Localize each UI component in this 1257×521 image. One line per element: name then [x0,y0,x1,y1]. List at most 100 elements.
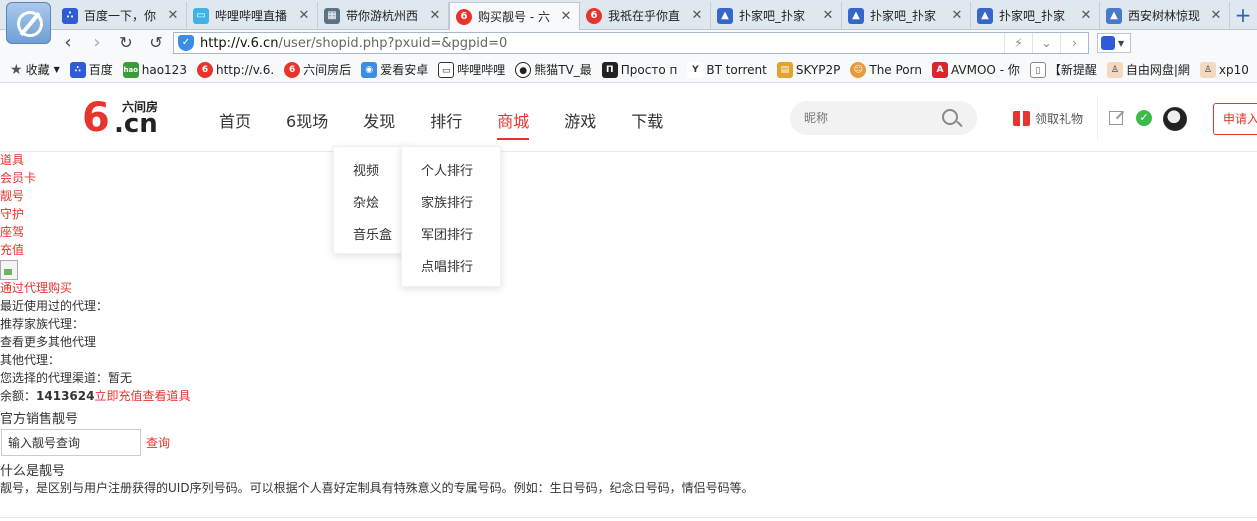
close-tab-icon[interactable]: ✕ [690,8,704,23]
rank-dropdown: 个人排行 家族排行 军团排行 点唱排行 [401,146,501,287]
chevron-right-icon[interactable]: › [1060,33,1088,53]
link-recharge[interactable]: 充值 [0,242,24,258]
close-tab-icon[interactable]: ✕ [297,8,311,23]
undo-close-icon[interactable]: ↺ [144,32,168,54]
bookmark-item[interactable]: ♙ xp10 [1199,61,1249,78]
query-button[interactable]: 查询 [146,434,170,451]
browser-tab[interactable]: ▲ 扑家吧_扑家 ✕ [711,2,842,29]
search-engine-selector[interactable]: ▼ [1097,33,1131,53]
browser-logo-icon[interactable] [6,2,51,44]
close-tab-icon[interactable]: ✕ [1079,8,1093,23]
official-sale-title: 官方销售靓号 [0,412,79,427]
bookmark-item[interactable]: ∴ 百度 [69,61,113,78]
bookmark-item[interactable]: ☺ The Porn [850,61,922,78]
broken-image-icon [0,260,18,280]
view-props-link[interactable]: 查看道具 [142,389,190,403]
recharge-now-link[interactable]: 立即充值 [94,389,142,403]
skyp2p-icon: ▤ [776,61,793,78]
tieba-icon: ▲ [977,7,993,24]
document-icon: ▯ [1029,61,1046,78]
bookmark-item[interactable]: ♙ 自由网盘|網 [1106,61,1190,78]
bookmark-item[interactable]: 6 http://v.6. [196,61,274,78]
bookmark-item[interactable]: П Просто п [601,61,677,78]
back-arrow-icon[interactable]: ‹ [56,32,80,54]
new-tab-plus-icon[interactable]: + [1232,4,1254,26]
link-agent-buy[interactable]: 通过代理购买 [0,280,72,296]
close-tab-icon[interactable]: ✕ [950,8,964,23]
browser-tab[interactable]: ▭ 哔哩哔哩直播 ✕ [187,2,318,29]
user-avatar[interactable] [1163,107,1187,131]
vanity-number-query-input[interactable] [1,429,141,456]
bookmark-item[interactable]: Y BT torrent [687,61,767,78]
menu-item-music-box[interactable]: 音乐盒 [353,224,392,243]
nav-games[interactable]: 游戏 [564,108,596,136]
bookmark-item[interactable]: A AVMOO - 你 [931,61,1020,78]
nav-home[interactable]: 首页 [219,108,251,136]
site-header: 6 六间房 .cn 首页 6现场 发现 排行 商城 游戏 下载 领取礼物 ✓ 申… [0,84,1257,152]
selected-channel-label: 您选择的代理渠道：暂无 [0,371,133,385]
close-tab-icon[interactable]: ✕ [428,8,442,23]
link-guard[interactable]: 守护 [0,206,24,222]
menu-item-legion-rank[interactable]: 军团排行 [421,224,473,243]
panda-icon: ● [515,61,532,78]
browser-tab[interactable]: ∴ 百度一下，你 ✕ [56,2,187,29]
apply-button[interactable]: 申请入 [1213,103,1257,135]
person-icon: ♙ [1106,61,1123,78]
nav-live[interactable]: 6现场 [286,108,328,136]
six-logo-icon: 6 [284,61,301,78]
bookmark-item[interactable]: 6 六间房后 [284,61,351,78]
link-vanity-number[interactable]: 靓号 [0,188,24,204]
close-tab-icon[interactable]: ✕ [1209,8,1223,23]
claim-gift-button[interactable]: 领取礼物 [1013,110,1083,127]
gift-icon [1013,111,1030,126]
view-more-agents[interactable]: 查看更多其他代理 [0,334,96,350]
menu-item-song-rank[interactable]: 点唱排行 [421,256,473,275]
close-tab-icon[interactable]: ✕ [166,8,180,23]
link-vehicle[interactable]: 座驾 [0,224,24,240]
forward-arrow-icon[interactable]: › [85,32,109,54]
hao123-icon: hao [122,61,139,78]
search-icon[interactable] [942,109,958,125]
link-vip-card[interactable]: 会员卡 [0,170,36,186]
browser-nav-bar: ‹ › ↻ ↺ ✓ http://v.6.cn/user/shopid.php?… [0,30,1257,57]
browser-tab[interactable]: ▲ 扑家吧_扑家 ✕ [842,2,971,29]
browser-tab[interactable]: ▲ 西安树林惊现 ✕ [1100,2,1230,29]
bookmark-item[interactable]: ◉ 爱看安卓 [361,61,428,78]
bookmark-item[interactable]: ★ 收藏 ▼ [10,61,60,78]
browser-tab[interactable]: ▦ 带你游杭州西 ✕ [318,2,449,29]
menu-item-family-rank[interactable]: 家族排行 [421,192,473,211]
six-logo-icon: 6 [196,61,213,78]
address-bar[interactable]: ✓ http://v.6.cn/user/shopid.php?pxuid=&p… [173,32,1089,54]
menu-item-personal-rank[interactable]: 个人排行 [421,160,473,179]
browser-tab[interactable]: ▲ 扑家吧_扑家 ✕ [971,2,1100,29]
nav-download[interactable]: 下载 [631,108,663,136]
close-tab-icon[interactable]: ✕ [821,8,835,23]
nav-rank[interactable]: 排行 [430,108,462,136]
url-text[interactable]: http://v.6.cn/user/shopid.php?pxuid=&pgp… [200,36,507,51]
check-circle-icon[interactable]: ✓ [1136,110,1152,126]
nav-mall[interactable]: 商城 [497,108,530,140]
balance-value: 1413624 [36,389,95,403]
edit-icon[interactable] [1109,111,1123,125]
menu-item-video[interactable]: 视频 [353,160,379,179]
bookmark-item[interactable]: ▯ 【新提醒 [1029,61,1097,78]
lightning-icon[interactable]: ⚡ [1004,33,1032,53]
chevron-down-icon[interactable]: ⌄ [1032,33,1060,53]
divider [0,517,1257,518]
bilibili-tv-icon: ▭ [438,61,455,78]
bookmark-item[interactable]: ● 熊猫TV_最 [515,61,592,78]
menu-item-misc[interactable]: 杂烩 [353,192,379,211]
refresh-icon[interactable]: ↻ [114,32,138,54]
balance-row: 余额：1413624立即充值查看道具 [0,388,191,404]
close-tab-icon[interactable]: ✕ [559,9,573,24]
bookmark-item[interactable]: ▭ 哔哩哔哩 [438,61,505,78]
link-props[interactable]: 道具 [0,152,24,168]
bookmark-item[interactable]: hao hao123 [122,61,187,78]
browser-tab-active[interactable]: 6 购买靓号 - 六 ✕ [449,2,580,30]
main-nav: 首页 6现场 发现 排行 商城 游戏 下载 [219,108,698,140]
nickname-search-input[interactable] [804,109,934,127]
bookmark-item[interactable]: ▤ SKYP2P [776,61,840,78]
browser-tab[interactable]: 6 我祇在乎你直 ✕ [580,2,711,29]
nav-discover[interactable]: 发现 [363,108,395,136]
site-logo[interactable]: 6 六间房 .cn [82,98,172,138]
